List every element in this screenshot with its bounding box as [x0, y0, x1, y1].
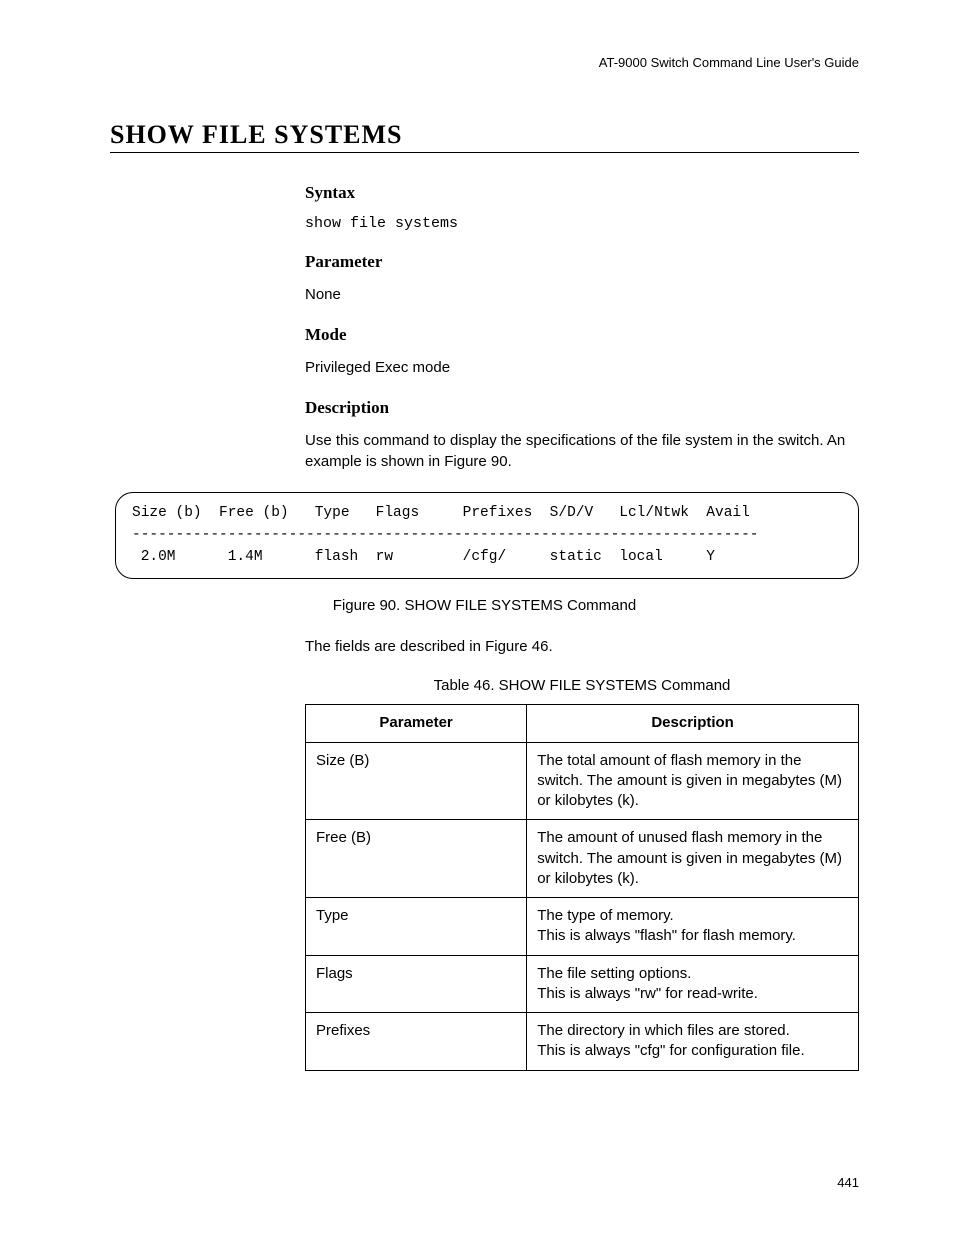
table-cell-param: Free (B) [306, 820, 527, 898]
table-cell-param: Type [306, 898, 527, 956]
table-row: PrefixesThe directory in which files are… [306, 1013, 859, 1071]
syntax-content: show file systems [305, 215, 859, 232]
description-content: Use this command to display the specific… [305, 430, 859, 472]
table-caption: Table 46. SHOW FILE SYSTEMS Command [305, 677, 859, 694]
page-header: AT-9000 Switch Command Line User's Guide [110, 55, 859, 70]
syntax-heading: Syntax [305, 183, 859, 203]
table-cell-param: Flags [306, 955, 527, 1013]
table-cell-desc: The directory in which files are stored.… [527, 1013, 859, 1071]
table-header-parameter: Parameter [306, 705, 527, 742]
table-row: FlagsThe file setting options. This is a… [306, 955, 859, 1013]
page-title: SHOW FILE SYSTEMS [110, 120, 859, 153]
page-number: 441 [837, 1175, 859, 1190]
table-cell-desc: The type of memory. This is always "flas… [527, 898, 859, 956]
table-cell-param: Size (B) [306, 742, 527, 820]
table-row: TypeThe type of memory. This is always "… [306, 898, 859, 956]
figure-caption: Figure 90. SHOW FILE SYSTEMS Command [110, 597, 859, 614]
output-box: Size (b) Free (b) Type Flags Prefixes S/… [115, 492, 859, 579]
fields-text: The fields are described in Figure 46. [305, 636, 859, 657]
parameter-heading: Parameter [305, 252, 859, 272]
table-row: Size (B)The total amount of flash memory… [306, 742, 859, 820]
table-cell-desc: The total amount of flash memory in the … [527, 742, 859, 820]
mode-content: Privileged Exec mode [305, 357, 859, 378]
table-row: Free (B)The amount of unused flash memor… [306, 820, 859, 898]
description-heading: Description [305, 398, 859, 418]
table-cell-desc: The file setting options. This is always… [527, 955, 859, 1013]
table-cell-desc: The amount of unused flash memory in the… [527, 820, 859, 898]
parameter-content: None [305, 284, 859, 305]
parameter-table: Parameter Description Size (B)The total … [305, 704, 859, 1070]
table-header-description: Description [527, 705, 859, 742]
table-cell-param: Prefixes [306, 1013, 527, 1071]
mode-heading: Mode [305, 325, 859, 345]
